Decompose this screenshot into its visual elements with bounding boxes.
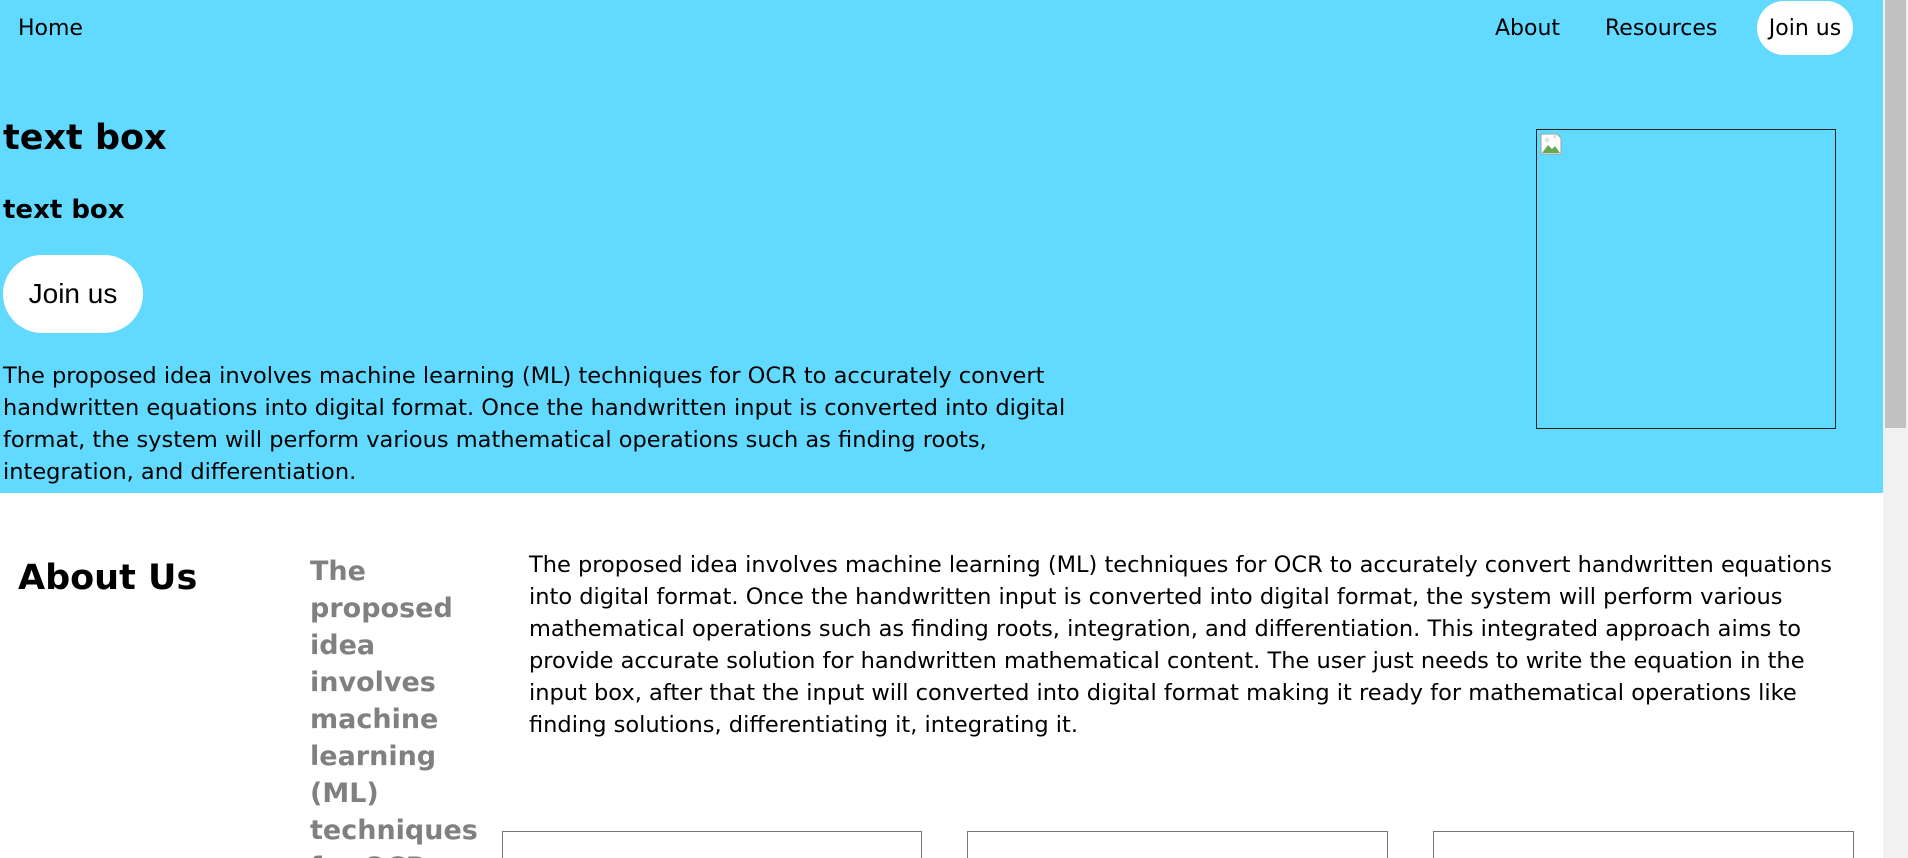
feature-card — [967, 831, 1388, 858]
about-body: The proposed idea involves machine learn… — [529, 552, 1832, 738]
scrollbar-thumb[interactable] — [1885, 0, 1906, 428]
about-highlight: The proposed idea involves machine learn… — [310, 556, 478, 858]
nav-join-button[interactable]: Join us — [1757, 1, 1853, 55]
feature-card — [502, 831, 922, 858]
nav-home-link[interactable]: Home — [18, 14, 83, 44]
nav-resources-link[interactable]: Resources — [1605, 14, 1717, 44]
nav-about-link[interactable]: About — [1495, 14, 1560, 44]
hero-image — [1536, 129, 1836, 429]
hero-section: Home About Resources Join us text box te… — [0, 0, 1883, 493]
broken-image-icon — [1540, 133, 1562, 155]
vertical-scrollbar[interactable] — [1883, 0, 1908, 858]
hero-description: The proposed idea involves machine learn… — [3, 363, 1066, 485]
hero-subtitle: text box — [3, 195, 125, 225]
page-viewport: Home About Resources Join us text box te… — [0, 0, 1883, 858]
hero-join-button[interactable]: Join us — [3, 255, 143, 333]
hero-title: text box — [3, 118, 167, 158]
about-heading: About Us — [18, 558, 198, 598]
feature-card — [1433, 831, 1854, 858]
